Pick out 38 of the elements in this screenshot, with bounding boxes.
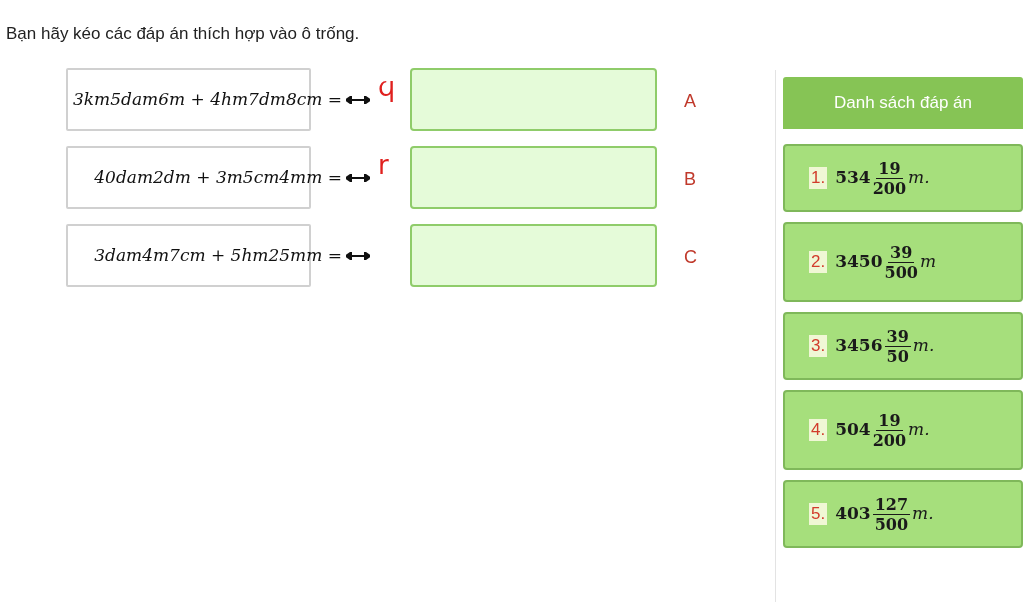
answer-number: 5. — [809, 503, 828, 525]
equation-text: 3dam4m7cm + 5hm25mm = — [94, 243, 342, 267]
denominator: 500 — [884, 262, 918, 282]
numerator: 127 — [872, 494, 911, 515]
double-arrow-icon — [346, 95, 370, 104]
denominator: 200 — [872, 430, 907, 450]
denominator: 200 — [872, 178, 907, 198]
equation-text: 40dam2dm + 3m5cm4mm = — [94, 165, 342, 189]
numerator: 39 — [888, 242, 915, 263]
answer-number: 1. — [809, 167, 828, 189]
whole-number: 3450 — [835, 250, 883, 274]
whole-number: 403 — [835, 502, 871, 526]
whole-number: 534 — [835, 166, 871, 190]
double-arrow-icon — [346, 251, 370, 260]
denominator: 500 — [874, 514, 909, 534]
instruction-text: Bạn hãy kéo các đáp án thích hợp vào ô trống. — [6, 23, 360, 45]
unit-text: m. — [912, 334, 935, 358]
answer-number: 4. — [809, 419, 828, 441]
numerator: 19 — [876, 410, 903, 431]
unit-text: m. — [908, 166, 930, 190]
handwritten-mark: r — [378, 152, 389, 178]
slot-letter: B — [684, 168, 696, 191]
slot-letter: C — [684, 246, 697, 269]
unit-text: m. — [912, 502, 934, 526]
answer-number: 2. — [809, 251, 828, 273]
numerator: 19 — [876, 158, 903, 179]
whole-number: 3456 — [835, 334, 883, 358]
handwritten-mark: ϥ — [378, 74, 396, 100]
denominator: 50 — [886, 346, 909, 366]
unit-text: m. — [908, 418, 930, 442]
panel-header: Danh sách đáp án — [783, 77, 1023, 129]
whole-number: 504 — [835, 418, 871, 442]
unit-text: m — [919, 250, 937, 274]
double-arrow-icon — [346, 173, 370, 182]
equation-text: 3km5dam6m + 4hm7dm8cm = — [73, 87, 342, 111]
answer-number: 3. — [809, 335, 828, 357]
numerator: 39 — [884, 326, 911, 347]
slot-letter: A — [684, 90, 696, 113]
